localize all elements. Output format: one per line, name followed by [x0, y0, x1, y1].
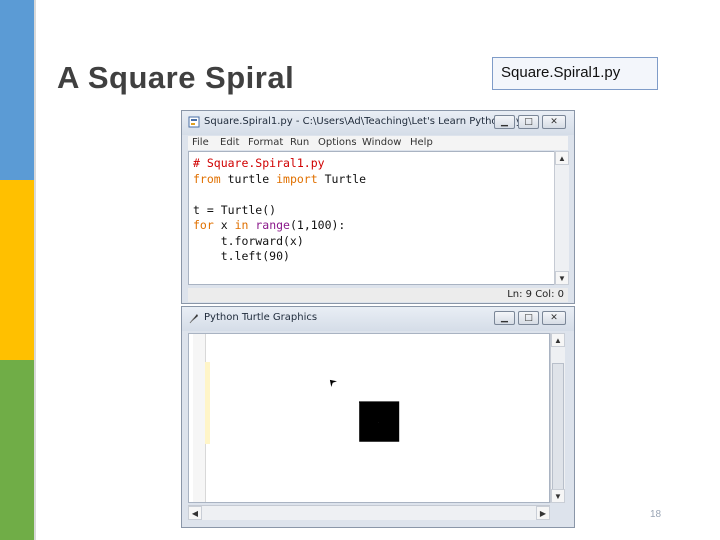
bar-segment-green — [0, 360, 34, 540]
bar-segment-blue — [0, 0, 34, 180]
turtle-titlebar[interactable]: Python Turtle Graphics ▁ □ ✕ — [182, 307, 574, 331]
scroll-up-arrow[interactable]: ▲ — [555, 151, 569, 165]
menu-options[interactable]: Options — [318, 137, 357, 148]
scroll-right-arrow[interactable]: ▶ — [536, 506, 550, 520]
builtin-range: range — [248, 218, 290, 232]
close-icon: ✕ — [550, 117, 558, 127]
code-line-4: t = Turtle() — [193, 202, 277, 217]
slide-left-color-bar — [0, 0, 36, 540]
editor-titlebar[interactable]: Square.Spiral1.py - C:\Users\Ad\Teaching… — [182, 111, 574, 135]
cursor-position: Ln: 9 Col: 0 — [507, 289, 564, 300]
menu-format[interactable]: Format — [248, 137, 283, 148]
code-editor[interactable]: # Square.Spiral1.py from turtle import T… — [188, 151, 560, 285]
editor-menubar: File Edit Format Run Options Window Help — [188, 136, 568, 150]
turtle-graphics-window: Python Turtle Graphics ▁ □ ✕ ▲ ▼ ◀ ▶ — [181, 306, 575, 528]
menu-window[interactable]: Window — [362, 137, 401, 148]
turtle-canvas[interactable] — [188, 333, 550, 503]
turtle-horizontal-scrollbar[interactable]: ◀ ▶ — [188, 505, 550, 520]
code-line-7: t.left(90) — [193, 249, 290, 263]
scroll-down-arrow[interactable]: ▼ — [551, 489, 565, 503]
square-spiral-drawing — [329, 379, 400, 442]
close-button[interactable]: ✕ — [542, 311, 566, 325]
close-button[interactable]: ✕ — [542, 115, 566, 129]
menu-file[interactable]: File — [192, 137, 209, 148]
bar-edge — [34, 0, 36, 540]
import-name: Turtle — [317, 171, 367, 186]
python-file-icon — [188, 116, 200, 128]
page-number: 18 — [650, 509, 662, 520]
keyword-import: import — [276, 171, 318, 186]
feather-icon — [189, 314, 198, 324]
keyword-from: from — [193, 171, 221, 186]
menu-help[interactable]: Help — [410, 137, 433, 148]
file-name-label: Square.Spiral1.py — [492, 57, 658, 90]
module-name: turtle — [220, 171, 277, 186]
keyword-for: for — [193, 218, 214, 232]
minimize-button[interactable]: ▁ — [494, 311, 515, 325]
minimize-icon: ▁ — [501, 117, 508, 127]
maximize-button[interactable]: □ — [518, 115, 539, 129]
minimize-icon: ▁ — [501, 313, 508, 323]
maximize-icon: □ — [524, 313, 533, 323]
turtle-cursor — [329, 379, 337, 387]
idle-editor-window: Square.Spiral1.py - C:\Users\Ad\Teaching… — [181, 110, 575, 304]
maximize-button[interactable]: □ — [518, 311, 539, 325]
code-line-5: for x in range(1,100): — [193, 218, 559, 234]
editor-statusbar: Ln: 9 Col: 0 — [188, 288, 568, 302]
menu-run[interactable]: Run — [290, 137, 309, 148]
turtle-title-text: Python Turtle Graphics — [204, 312, 318, 323]
spiral-path — [359, 401, 400, 442]
scroll-left-arrow[interactable]: ◀ — [188, 506, 202, 520]
slide-title: A Square Spiral — [57, 60, 295, 95]
editor-title-text: Square.Spiral1.py - C:\Users\Ad\Teaching… — [204, 116, 530, 127]
code-line-2: from turtle import Turtle — [193, 172, 559, 188]
code-line-6: t.forward(x) — [193, 233, 304, 248]
loop-var: x — [213, 218, 235, 232]
bar-segment-yellow — [0, 180, 34, 360]
turtle-vertical-scrollbar[interactable]: ▲ ▼ — [550, 333, 565, 503]
code-line-1: # Square.Spiral1.py — [193, 156, 325, 170]
maximize-icon: □ — [524, 117, 533, 127]
close-icon: ✕ — [550, 313, 558, 323]
scroll-down-arrow[interactable]: ▼ — [555, 271, 569, 285]
scroll-thumb[interactable] — [552, 363, 564, 495]
minimize-button[interactable]: ▁ — [494, 115, 515, 129]
range-args: (1,100): — [289, 218, 346, 232]
keyword-in: in — [234, 218, 249, 232]
scroll-up-arrow[interactable]: ▲ — [551, 333, 565, 347]
menu-edit[interactable]: Edit — [220, 137, 239, 148]
editor-vertical-scrollbar[interactable]: ▲ ▼ — [554, 151, 569, 285]
